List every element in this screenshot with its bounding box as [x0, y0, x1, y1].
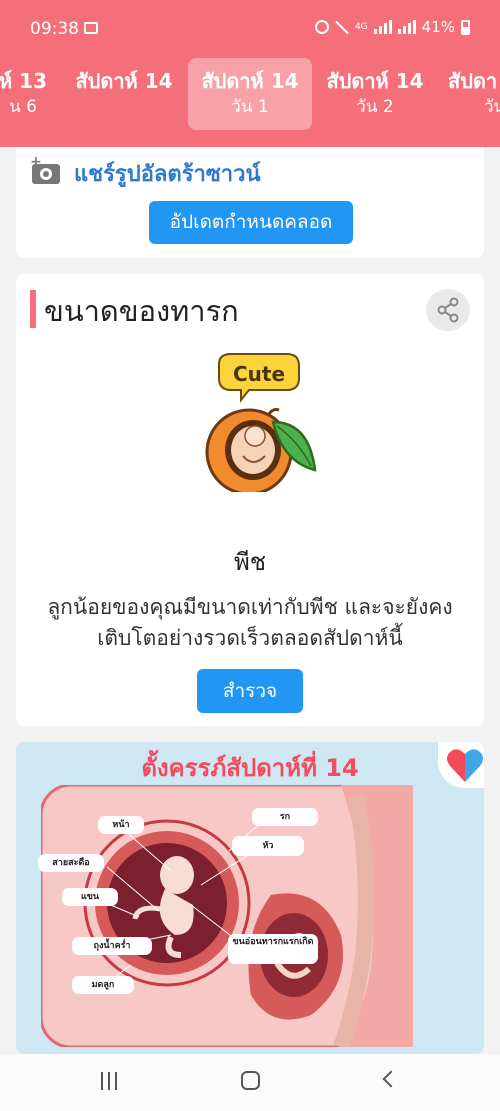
card-title: ขนาดของทารก: [44, 294, 239, 328]
explore-button[interactable]: สำรวจ: [197, 669, 303, 713]
back-icon[interactable]: [382, 1070, 400, 1088]
tab-day-label: วัน 1: [231, 97, 269, 117]
tab-week-label: ห์ 13: [0, 69, 47, 93]
status-icons: 4G 41%: [314, 18, 470, 36]
status-time: 09:38: [30, 19, 79, 39]
tab-day-label: วัน: [484, 97, 500, 117]
status-bar: 09:38 4G 41%: [0, 0, 500, 58]
label-head: หัว: [232, 836, 304, 856]
tab-day-label: วัน 2: [356, 97, 394, 117]
label-placenta: รก: [252, 808, 318, 826]
ultrasound-card: + แชร์รูปอัลตร้าซาวน์ อัปเดตกำหนดคลอด: [16, 147, 484, 258]
tab-week-label: สัปดาห์ 14: [201, 69, 299, 93]
cute-badge-text: Cute: [233, 362, 285, 386]
tab-day-label: น 6: [9, 97, 37, 117]
system-nav-bar: [0, 1054, 500, 1111]
mute-icon: [335, 20, 349, 34]
title-accent-bar: [30, 290, 36, 328]
share-button[interactable]: [426, 289, 470, 331]
label-face: หน้า: [98, 816, 144, 834]
tab-week-label: สัปดาห์ 14: [75, 69, 173, 93]
heart-badge: [438, 742, 484, 788]
pregnancy-week-card[interactable]: ตั้งครรภ์สัปดาห์ที่ 14 หน้า สายสะดือ แขน…: [16, 742, 484, 1054]
signal-icon: [373, 20, 392, 34]
alarm-icon: [314, 20, 329, 34]
pregnancy-week-title: ตั้งครรภ์สัปดาห์ที่ 14: [141, 754, 359, 782]
tab-week-label: สัปดา: [448, 69, 498, 93]
tab-week-14-day-1[interactable]: สัปดาห์ 14 วัน 1: [188, 58, 312, 130]
label-lanugo: ขนอ่อนทารกแรกเกิด: [228, 934, 318, 964]
tab-week-14-day-2[interactable]: สัปดาห์ 14 วัน 2: [316, 58, 434, 130]
signal-icon-2: [397, 20, 416, 34]
label-amniotic-sac: ถุงน้ำคร่ำ: [72, 937, 152, 955]
size-description: ลูกน้อยของคุณมีขนาดเท่ากับพีช และจะยังคง…: [47, 595, 453, 650]
gallery-notification-icon: [84, 22, 98, 34]
peach-illustration: Cute: [205, 353, 317, 492]
add-photo-icon[interactable]: +: [30, 154, 62, 184]
battery-icon: [461, 19, 470, 35]
tab-week-14[interactable]: สัปดาห์ 14: [66, 58, 182, 130]
week-tabs: ห์ 13 น 6 สัปดาห์ 14 สัปดาห์ 14 วัน 1 สั…: [0, 58, 500, 132]
update-due-date-button[interactable]: อัปเดตกำหนดคลอด: [149, 201, 353, 244]
pregnancy-anatomy-illustration: [41, 785, 413, 1047]
label-uterus: มดลูก: [72, 976, 134, 994]
heart-logo-icon: [447, 749, 483, 782]
tab-week-label: สัปดาห์ 14: [326, 69, 424, 93]
app-header: 09:38 4G 41% ห์ 13 น 6 สัปดาห์ 14 สัปดาห…: [0, 0, 500, 147]
fruit-name: พีช: [233, 548, 267, 576]
baby-size-card: ขนาดของทารก Cute พีช ลูกน้อยของคุณมีขนาด…: [16, 274, 484, 726]
share-icon: [437, 297, 459, 323]
network-type: 4G: [354, 22, 368, 32]
label-umbilical-cord: สายสะดือ: [38, 854, 104, 872]
share-ultrasound-link[interactable]: แชร์รูปอัลตร้าซาวน์: [74, 156, 261, 191]
tab-week-13-day-6[interactable]: ห์ 13 น 6: [0, 58, 56, 130]
battery-percent: 41%: [421, 18, 455, 36]
recent-apps-icon[interactable]: [101, 1072, 117, 1090]
label-arm: แขน: [62, 888, 118, 906]
home-icon[interactable]: [241, 1071, 260, 1090]
tab-week-14-day-3[interactable]: สัปดา วัน: [442, 58, 500, 130]
